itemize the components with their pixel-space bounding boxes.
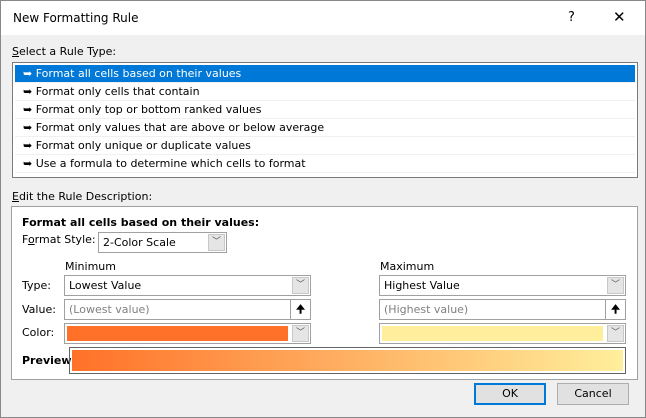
arrow-icon: ➥ [23,103,33,116]
value-label: Value: [22,303,56,316]
preview-box [69,347,626,374]
close-button[interactable]: ✕ [613,8,626,26]
chevron-down-icon[interactable]: ﹀ [208,234,225,251]
arrow-icon: ➥ [23,85,33,98]
rule-type-label: Select a Rule Type: [12,45,117,58]
rule-type-item[interactable]: ➥ Format only values that are above or b… [15,119,635,137]
minimum-value-input[interactable]: (Lowest value) 🠉 [64,299,311,320]
maximum-type-select[interactable]: Highest Value ﹀ [379,275,626,296]
format-style-label: Format Style: [22,233,96,246]
help-button[interactable]: ? [568,10,575,25]
upload-arrow-icon[interactable]: 🠉 [290,300,310,319]
type-label: Type: [22,279,51,292]
dialog: New Formatting Rule ? ✕ Select a Rule Ty… [0,0,646,418]
minimum-color-select[interactable]: ﹀ [64,323,311,344]
preview-label: Preview: [22,354,76,367]
cancel-button[interactable]: Cancel [557,383,629,405]
dialog-title: New Formatting Rule [13,11,139,25]
chevron-down-icon[interactable]: ﹀ [292,325,309,342]
arrow-icon: ➥ [23,67,33,80]
rule-description-label: Edit the Rule Description: [12,190,153,203]
upload-arrow-icon[interactable]: 🠉 [605,300,625,319]
format-style-select[interactable]: 2-Color Scale ﹀ [98,232,227,253]
ok-button[interactable]: OK [474,383,546,405]
rule-description-panel: Format all cells based on their values: … [11,206,638,380]
arrow-icon: ➥ [23,157,33,170]
rule-type-list[interactable]: ➥ Format all cells based on their values… [12,62,638,178]
chevron-down-icon[interactable]: ﹀ [607,325,624,342]
preview-gradient [72,350,623,371]
chevron-down-icon[interactable]: ﹀ [607,277,624,294]
rule-type-item[interactable]: ➥ Format only top or bottom ranked value… [15,101,635,119]
rule-type-item[interactable]: ➥ Format all cells based on their values [15,65,635,83]
chevron-down-icon[interactable]: ﹀ [292,277,309,294]
minimum-header: Minimum [65,260,116,273]
rule-type-item[interactable]: ➥ Format only unique or duplicate values [15,137,635,155]
maximum-header: Maximum [380,260,435,273]
minimum-color-swatch [67,326,288,341]
title-bar: New Formatting Rule ? ✕ [1,1,645,35]
rule-type-item[interactable]: ➥ Format only cells that contain [15,83,635,101]
maximum-value-input[interactable]: (Highest value) 🠉 [379,299,626,320]
maximum-color-swatch [382,326,603,341]
color-label: Color: [22,326,55,339]
arrow-icon: ➥ [23,139,33,152]
description-heading: Format all cells based on their values: [22,216,260,229]
rule-type-item[interactable]: ➥ Use a formula to determine which cells… [15,155,635,173]
minimum-type-select[interactable]: Lowest Value ﹀ [64,275,311,296]
maximum-color-select[interactable]: ﹀ [379,323,626,344]
arrow-icon: ➥ [23,121,33,134]
